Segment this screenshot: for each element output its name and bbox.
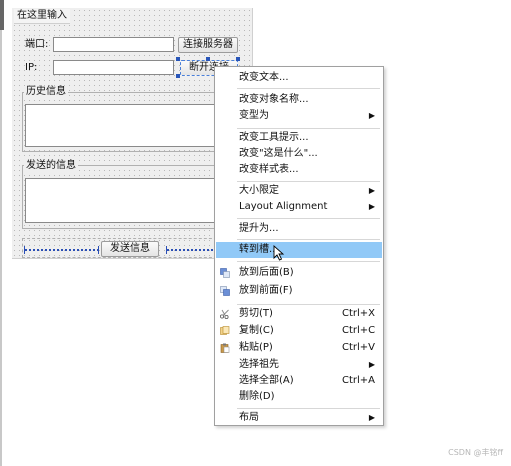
send-to-back-icon (220, 268, 230, 278)
submenu-arrow-icon: ▶ (368, 111, 375, 120)
menu-item-paste[interactable]: 粘贴(P) Ctrl+V (216, 340, 382, 356)
menu-item-size-constraints[interactable]: 大小限定 ▶ (216, 183, 382, 199)
scissors-icon (220, 309, 229, 319)
watermark: CSDN @丰铭ff (448, 448, 503, 457)
port-input[interactable] (53, 37, 174, 52)
menu-separator (237, 408, 380, 409)
menu-item-change-text[interactable]: 改变文本... (216, 70, 382, 86)
menu-item-delete[interactable]: 删除(D) (216, 389, 382, 405)
selection-handle[interactable] (236, 57, 240, 61)
copy-icon (220, 326, 230, 335)
menu-item-select-all[interactable]: 选择全部(A) Ctrl+A (216, 373, 382, 389)
horizontal-spacer[interactable] (166, 246, 218, 254)
menu-item-change-object-name[interactable]: 改变对象名称... (216, 92, 382, 108)
submenu-arrow-icon: ▶ (368, 413, 375, 422)
menu-item-cut[interactable]: 剪切(T) Ctrl+X (216, 306, 382, 322)
left-edge (0, 0, 2, 466)
menu-item-copy[interactable]: 复制(C) Ctrl+C (216, 323, 382, 339)
menu-separator (237, 304, 380, 305)
history-title: 历史信息 (24, 86, 68, 98)
selection-handle[interactable] (176, 74, 180, 78)
send-title: 发送的信息 (24, 160, 78, 172)
menu-item-go-to-slot[interactable]: 转到槽... (216, 242, 382, 258)
menu-item-bring-to-front[interactable]: 放到前面(F) (216, 283, 382, 299)
menu-separator (237, 239, 380, 240)
menu-item-morph-into[interactable]: 变型为 ▶ (216, 108, 382, 124)
menu-item-change-stylesheet[interactable]: 改变样式表... (216, 162, 382, 178)
menu-separator (237, 261, 380, 262)
selection-handle[interactable] (176, 57, 180, 61)
menu-separator (237, 218, 380, 219)
ip-input[interactable] (53, 60, 174, 75)
submenu-arrow-icon: ▶ (368, 186, 375, 195)
menu-separator (237, 128, 380, 129)
bring-to-front-icon (220, 286, 230, 296)
horizontal-spacer[interactable] (24, 246, 99, 254)
menu-item-send-to-back[interactable]: 放到后面(B) (216, 265, 382, 281)
paste-icon (220, 343, 230, 353)
port-label: 端口: (25, 39, 49, 50)
menu-item-change-tooltip[interactable]: 改变工具提示... (216, 130, 382, 146)
context-menu: 改变文本... 改变对象名称... 变型为 ▶ 改变工具提示... 改变"这是什么… (214, 66, 384, 426)
send-button[interactable]: 发送信息 (101, 241, 159, 257)
menu-item-select-ancestor[interactable]: 选择祖先 ▶ (216, 357, 382, 373)
mouse-pointer-icon (273, 245, 285, 261)
left-edge-dark (0, 0, 4, 30)
menu-item-change-whats-this[interactable]: 改变"这是什么"... (216, 146, 382, 162)
connect-button[interactable]: 连接服务器 (178, 37, 238, 53)
menu-item-layout[interactable]: 布局 ▶ (216, 410, 382, 426)
menu-item-promote-to[interactable]: 提升为... (216, 221, 382, 237)
selection-handle[interactable] (206, 57, 210, 61)
menu-separator (237, 181, 380, 182)
ip-label: IP: (25, 62, 38, 73)
submenu-arrow-icon: ▶ (368, 202, 375, 211)
history-textarea[interactable] (25, 104, 221, 147)
menu-separator (237, 88, 380, 89)
form-title-tab[interactable]: 在这里输入 (14, 9, 70, 24)
send-textarea[interactable] (25, 178, 221, 223)
menu-item-layout-alignment[interactable]: Layout Alignment ▶ (216, 199, 382, 215)
submenu-arrow-icon: ▶ (368, 360, 375, 369)
